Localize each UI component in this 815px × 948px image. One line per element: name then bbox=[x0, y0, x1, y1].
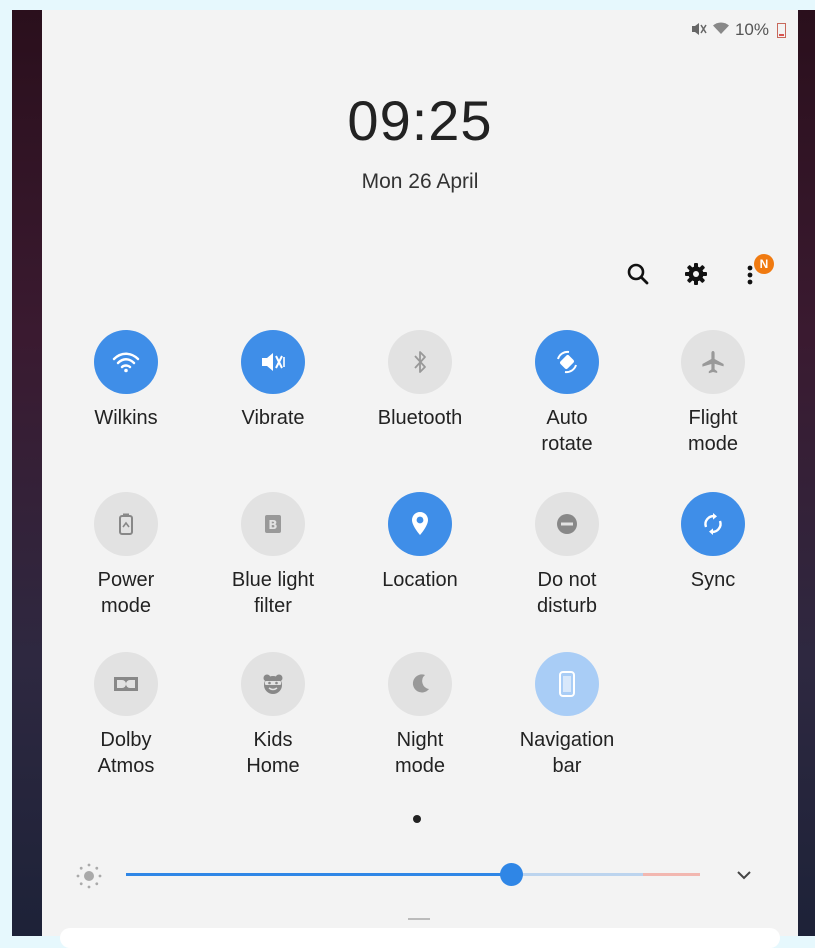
blue-light-icon: B bbox=[241, 492, 305, 556]
airplane-icon bbox=[681, 330, 745, 394]
tile-power-mode[interactable]: Power mode bbox=[56, 492, 196, 619]
search-icon[interactable] bbox=[626, 262, 650, 291]
tile-label: Dolby Atmos bbox=[97, 729, 155, 777]
clock-date: Mon 26 April bbox=[361, 170, 479, 193]
vibrate-icon bbox=[241, 330, 305, 394]
svg-text:B: B bbox=[268, 518, 277, 532]
navigation-bar-icon bbox=[535, 652, 599, 716]
kids-home-icon bbox=[241, 652, 305, 716]
power-mode-icon bbox=[94, 492, 158, 556]
tile-label: Kids Home bbox=[246, 729, 300, 777]
brightness-fill bbox=[126, 873, 511, 876]
tile-label: Night mode bbox=[394, 729, 446, 777]
tile-vibrate[interactable]: Vibrate bbox=[203, 330, 343, 431]
moon-icon bbox=[388, 652, 452, 716]
tile-label: Do not disturb bbox=[536, 569, 598, 617]
tile-label: Flight mode bbox=[687, 407, 739, 455]
notification-card-edge bbox=[60, 928, 780, 948]
auto-rotate-icon bbox=[535, 330, 599, 394]
gear-icon[interactable] bbox=[684, 262, 708, 291]
brightness-thumb[interactable] bbox=[500, 863, 523, 886]
brightness-icon bbox=[74, 861, 104, 896]
tile-kids-home[interactable]: Kids Home bbox=[203, 652, 343, 779]
notification-badge: N bbox=[754, 254, 774, 274]
tile-label: Auto rotate bbox=[541, 407, 593, 455]
mute-icon bbox=[691, 22, 707, 39]
tile-do-not-disturb[interactable]: Do not disturb bbox=[497, 492, 637, 619]
tile-location[interactable]: Location bbox=[350, 492, 490, 593]
wifi-icon bbox=[94, 330, 158, 394]
wifi-icon bbox=[712, 22, 729, 38]
tile-label: Sync bbox=[690, 569, 736, 591]
tile-dolby-atmos[interactable]: Dolby Atmos bbox=[56, 652, 196, 779]
dolby-icon bbox=[94, 652, 158, 716]
tile-label: Location bbox=[382, 569, 458, 591]
page-indicator bbox=[413, 815, 421, 823]
battery-percent: 10% bbox=[734, 20, 769, 39]
tile-navigation-bar[interactable]: Navigation bar bbox=[497, 652, 637, 779]
battery-icon bbox=[777, 22, 786, 38]
tile-wifi[interactable]: Wilkins bbox=[56, 330, 196, 431]
tile-bluetooth[interactable]: Bluetooth bbox=[350, 330, 490, 431]
tile-label: Bluetooth bbox=[377, 407, 463, 429]
quick-settings-panel: 10% 09:25 Mon 26 April N Wilkins Vibrate… bbox=[42, 10, 798, 936]
tile-label: Wilkins bbox=[94, 407, 158, 429]
bluetooth-icon bbox=[388, 330, 452, 394]
chevron-down-icon[interactable] bbox=[732, 865, 756, 890]
clock-time: 09:25 bbox=[347, 89, 493, 152]
tile-auto-rotate[interactable]: Auto rotate bbox=[497, 330, 637, 457]
tile-blue-light-filter[interactable]: B Blue light filter bbox=[203, 492, 343, 619]
tile-label: Vibrate bbox=[241, 407, 305, 429]
tile-night-mode[interactable]: Night mode bbox=[350, 652, 490, 779]
tile-flight-mode[interactable]: Flight mode bbox=[643, 330, 783, 457]
sync-icon bbox=[681, 492, 745, 556]
location-icon bbox=[388, 492, 452, 556]
tile-sync[interactable]: Sync bbox=[643, 492, 783, 593]
status-bar: 10% bbox=[691, 20, 786, 40]
brightness-track-end bbox=[643, 873, 700, 876]
tile-label: Navigation bar bbox=[519, 729, 615, 777]
tile-label: Power mode bbox=[97, 569, 155, 617]
brightness-slider[interactable] bbox=[126, 863, 700, 886]
panel-handle[interactable] bbox=[408, 918, 430, 920]
tile-label: Blue light filter bbox=[231, 569, 315, 617]
more-options-icon[interactable]: N bbox=[742, 254, 778, 290]
do-not-disturb-icon bbox=[535, 492, 599, 556]
